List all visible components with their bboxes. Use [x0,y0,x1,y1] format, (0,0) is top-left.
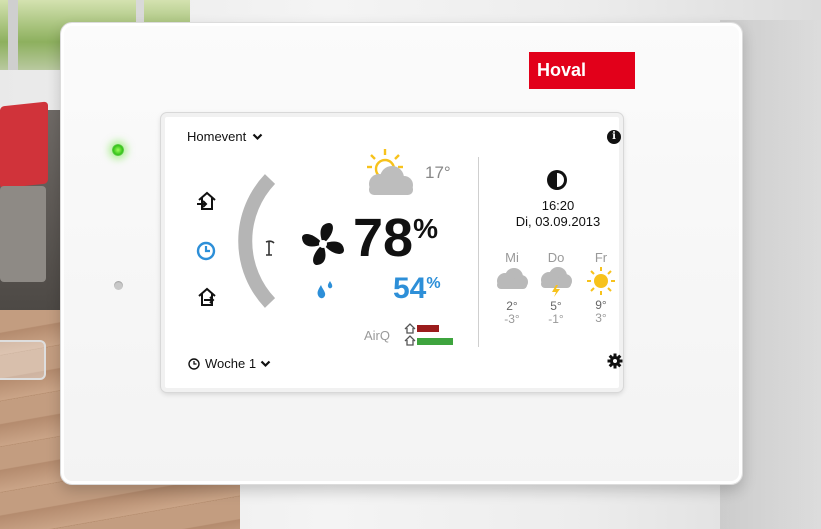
airq-house-icon [404,323,416,346]
home-arrive-icon[interactable] [195,189,219,213]
week-program-dropdown[interactable]: Woche 1 [187,356,271,371]
airq-label: AirQ [364,328,390,343]
forecast-day-label: Do [547,250,565,265]
forecast-day-label: Fr [594,250,608,265]
current-time: 16:20 [541,198,575,213]
day-night-icon [547,170,567,190]
sensor-dot [114,281,123,290]
humidity-indoor: 54% [393,274,441,304]
mode-label: Homevent [187,129,247,144]
humidity-main: 78% [353,211,438,265]
grey-cushion [0,186,46,282]
home-leave-icon[interactable] [195,285,219,309]
hoval-logo: Hoval [529,52,635,89]
control-panel-device: Hoval Homevent i 17° 78% 54% AirQ Woche … [60,22,743,485]
current-date: Di, 03.09.2013 [515,214,601,229]
forecast-day: Mi 2° -3° [492,250,532,326]
chevron-down-icon [260,360,271,367]
partly-cloudy-icon [367,149,413,195]
mode-dropdown[interactable]: Homevent [187,129,263,144]
thunderstorm-icon [541,267,572,297]
touch-screen: Homevent i 17° 78% 54% AirQ Woche 1 16:2… [161,113,623,392]
humidity-indoor-unit: % [426,275,441,292]
humidity-drops-icon [317,281,333,299]
clock-small-icon [188,357,200,370]
forecast-low: -1° [548,312,564,327]
forecast-day: Fr 9° 3° [581,250,621,325]
forecast-low: -3° [504,312,520,327]
window-frame [8,0,18,70]
week-label: Woche 1 [205,356,257,371]
glass-table [0,340,46,380]
airq-outdoor-bar [417,338,453,345]
fan-icon [302,223,344,265]
gear-icon[interactable] [607,353,623,369]
forecast-day: Do 5° -1° [536,250,576,326]
chevron-down-icon [252,133,263,140]
red-cushion [0,101,48,189]
info-icon[interactable]: i [607,130,621,144]
status-led-icon [112,144,124,156]
outdoor-temperature: 17° [425,163,451,182]
ventilation-level-slider[interactable] [225,171,295,311]
forecast-low: 3° [595,311,607,326]
panel-divider [478,157,479,347]
airq-indoor-bar [417,325,439,332]
humidity-main-unit: % [413,213,438,244]
humidity-main-value: 78 [353,208,414,268]
forecast-day-label: Mi [505,250,519,265]
cloud-icon [497,268,528,289]
level-marker-icon [265,240,275,256]
clock-icon[interactable] [195,240,217,262]
humidity-indoor-value: 54 [393,272,427,305]
sun-icon [587,267,615,295]
